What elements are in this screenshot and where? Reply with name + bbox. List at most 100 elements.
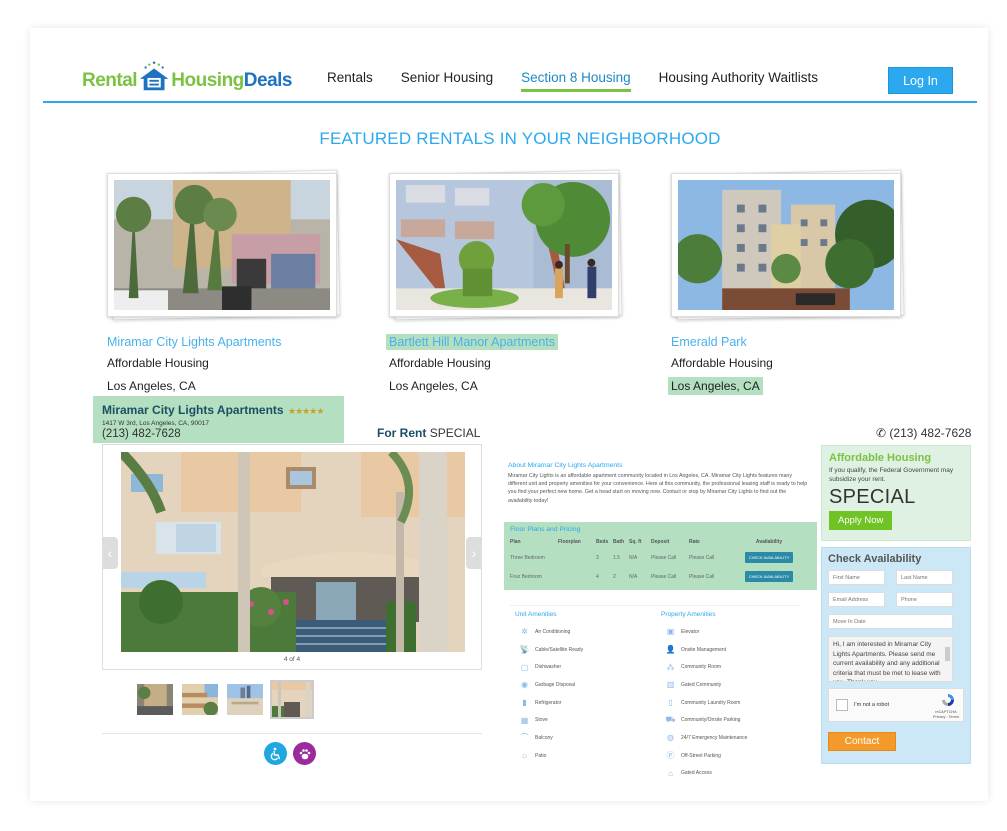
about-text: Miramar City Lights is an affordable apa… — [508, 473, 808, 504]
listing-name-link[interactable]: Bartlett Hill Manor Apartments — [386, 334, 559, 350]
nav-rentals[interactable]: Rentals — [327, 70, 373, 92]
phone-icon: ✆ — [876, 426, 887, 440]
listing-city: Los Angeles, CA — [668, 377, 763, 395]
affordable-housing-box: Affordable Housing If you qualify, the F… — [821, 445, 971, 541]
move-in-date-input[interactable] — [828, 614, 953, 629]
gallery-thumbnail[interactable] — [180, 682, 220, 717]
unit-amenities: Unit Amenities ✲ Air Conditioning 📡 Cable/S… — [510, 611, 660, 765]
paw-icon — [293, 742, 316, 765]
amenity-item: ⌒ Balcony — [510, 729, 660, 747]
for-rent-text: For Rent — [377, 426, 427, 440]
amenity-label: Community Room — [681, 664, 722, 671]
house-logo-icon — [139, 61, 169, 91]
listing-name-link[interactable]: Emerald Park — [668, 334, 750, 350]
message-text: Hi, I am interested in Miramar City Ligh… — [833, 641, 941, 681]
gallery-prev-button[interactable]: ‹ — [102, 537, 118, 569]
contact-button[interactable]: Contact — [828, 732, 896, 751]
check-availability-form: Check Availability Hi, I am interested i… — [821, 547, 971, 764]
plan-cell: Four Bedroom — [510, 573, 542, 580]
check-availability-button[interactable]: CHECK AVAILABILITY — [744, 552, 794, 563]
gallery-counter: 4 of 4 — [283, 656, 301, 663]
plan-cell: Three Bedroom — [510, 554, 545, 561]
snowflake-icon: ✲ — [521, 627, 528, 637]
gallery-thumbnail[interactable] — [135, 682, 175, 717]
message-textarea[interactable]: Hi, I am interested in Miramar City Ligh… — [828, 636, 953, 682]
col-availability: Availability — [755, 539, 783, 545]
listing-photo — [673, 180, 904, 310]
listing-name-link[interactable]: Miramar City Lights Apartments — [104, 334, 284, 350]
gallery-next-button[interactable]: › — [466, 537, 482, 569]
patio-icon: ⌂ — [522, 751, 527, 761]
beds-cell: 4 — [596, 573, 599, 580]
property-amenities-list: ▣ Elevator 👤 Onsite Management ⁂ Community Ro… — [656, 623, 806, 782]
table-header-row: Plan Floorplan Beds Bath Sq. ft Deposit … — [510, 538, 811, 549]
bath-cell: 1.5 — [613, 554, 620, 561]
amenity-item: ▥ Gated Community — [656, 676, 806, 694]
property-title: Miramar City Lights Apartments — [102, 403, 284, 417]
message-scrollbar[interactable] — [945, 640, 950, 676]
amenity-item: ▦ Stove — [510, 711, 660, 729]
rate-cell: Please Call — [689, 573, 715, 580]
last-name-input[interactable] — [896, 570, 953, 585]
main-nav: Rentals Senior Housing Section 8 Housing… — [327, 70, 846, 92]
rate-cell: Please Call — [689, 554, 715, 561]
property-address: 1417 W 3rd, Los Angeles, CA, 90017 — [102, 420, 209, 427]
featured-title: FEATURED RENTALS IN YOUR NEIGHBORHOOD — [319, 129, 721, 148]
login-button[interactable]: Log In — [888, 67, 953, 94]
floor-plans-section: Floor Plans and Pricing Plan Floorplan B… — [504, 522, 817, 590]
listing-photo-frame[interactable] — [107, 169, 341, 321]
refrigerator-icon: ▮ — [522, 698, 527, 708]
recaptcha-links[interactable]: Privacy - Terms — [933, 715, 959, 720]
apply-now-button[interactable]: Apply Now — [829, 511, 893, 530]
rating-stars-icon: ★★★★★ — [288, 406, 324, 416]
property-amenities-title: Property Amenities — [661, 611, 716, 618]
amenity-label: Garbage Disposal — [535, 681, 576, 688]
maintenance-icon: ◍ — [667, 733, 674, 743]
featured-listing: Miramar City Lights Apartments Affordabl… — [104, 169, 347, 395]
amenity-item: ▣ Elevator — [656, 623, 806, 641]
nav-section-8-housing[interactable]: Section 8 Housing — [521, 70, 631, 92]
listing-photo-frame[interactable] — [671, 169, 905, 321]
property-phone[interactable]: (213) 482-7628 — [102, 428, 335, 440]
recaptcha-checkbox[interactable] — [836, 699, 848, 711]
listing-type: Affordable Housing — [389, 356, 491, 370]
beds-cell: 3 — [596, 554, 599, 561]
contact-phone[interactable]: ✆ (213) 482-7628 — [876, 426, 971, 440]
gallery-thumbnail-active[interactable] — [270, 680, 314, 719]
property-amenities: Property Amenities ▣ Elevator 👤 Onsite Mana… — [656, 611, 806, 782]
col-deposit: Deposit — [651, 539, 670, 545]
col-beds: Beds — [596, 539, 609, 545]
first-name-input[interactable] — [828, 570, 885, 585]
stove-icon: ▦ — [520, 715, 529, 725]
check-availability-title: Check Availability — [828, 553, 922, 565]
listing-city: Los Angeles, CA — [107, 379, 196, 393]
table-row: Three Bedroom 3 1.5 N/A Please Call Plea… — [510, 549, 811, 568]
floor-plans-table: Plan Floorplan Beds Bath Sq. ft Deposit … — [510, 538, 811, 587]
parking-icon: Ⓟ — [666, 751, 675, 761]
listing-type: Affordable Housing — [671, 356, 773, 370]
amenity-item: 📡 Cable/Satellite Ready — [510, 641, 660, 659]
wheelchair-icon — [264, 742, 287, 765]
dishwasher-icon: ▢ — [520, 662, 529, 672]
listing-photo-frame[interactable] — [389, 169, 623, 321]
amenity-label: Gated Community — [681, 681, 722, 688]
amenity-label: Patio — [535, 752, 547, 759]
about-section: About Miramar City Lights Apartments Mir… — [508, 462, 811, 505]
site-logo[interactable]: Rental Housing Deals — [82, 52, 293, 92]
amenity-item: ▢ Dishwasher — [510, 658, 660, 676]
phone-input[interactable] — [896, 592, 953, 607]
nav-senior-housing[interactable]: Senior Housing — [401, 70, 493, 92]
amenity-item: ◉ Garbage Disposal — [510, 676, 660, 694]
logo-text-deals: Deals — [243, 70, 293, 91]
gallery-thumbnail[interactable] — [225, 682, 265, 717]
check-availability-button[interactable]: CHECK AVAILABILITY — [744, 571, 794, 582]
amenity-label: 24/7 Emergency Maintenance — [681, 734, 748, 741]
recaptcha-widget: I'm not a robot reCAPTCHA Privacy - Term… — [828, 688, 964, 722]
nav-housing-authority-waitlists[interactable]: Housing Authority Waitlists — [659, 70, 818, 92]
email-input[interactable] — [828, 592, 885, 607]
property-header: Miramar City Lights Apartments ★★★★★ 141… — [93, 396, 344, 443]
about-title: About Miramar City Lights Apartments — [508, 462, 623, 469]
floorplan-cell — [558, 568, 596, 587]
amenity-label: Onsite Management — [681, 646, 727, 653]
manager-icon: 👤 — [665, 645, 676, 655]
